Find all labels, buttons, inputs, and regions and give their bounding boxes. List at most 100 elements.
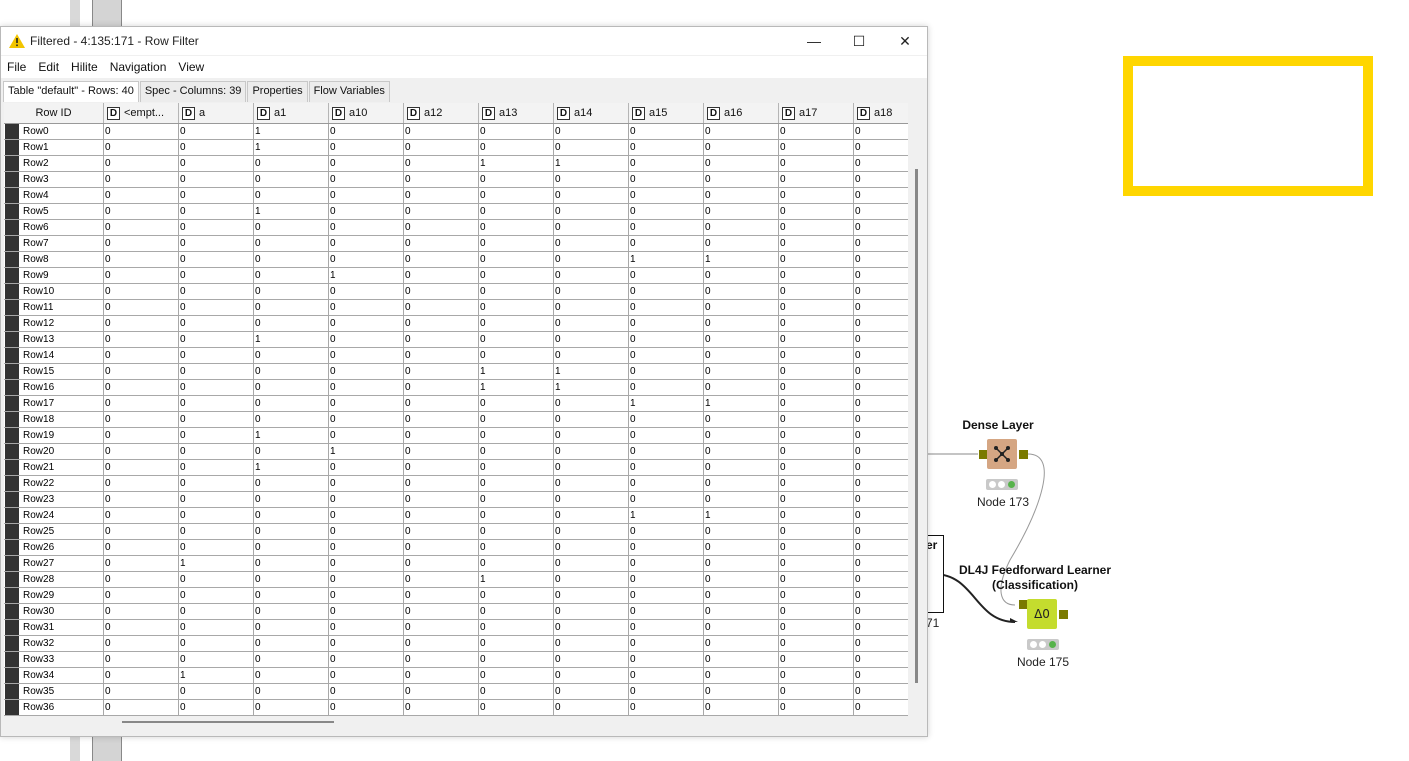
table-cell[interactable]: 0 <box>254 172 329 187</box>
table-cell[interactable]: 0 <box>404 700 479 715</box>
table-cell[interactable]: 0 <box>254 540 329 555</box>
table-cell[interactable]: 0 <box>479 588 554 603</box>
table-cell[interactable]: 0 <box>329 524 404 539</box>
menu-edit[interactable]: Edit <box>32 56 65 78</box>
table-cell[interactable]: 0 <box>554 620 629 635</box>
table-cell[interactable]: 0 <box>854 604 908 619</box>
table-cell[interactable]: 0 <box>629 684 704 699</box>
minimize-button[interactable]: — <box>791 29 837 53</box>
table-cell[interactable]: 0 <box>179 476 254 491</box>
table-cell[interactable]: 0 <box>554 556 629 571</box>
table-row[interactable]: Row35 0 0 0 0 0 0 0 0 0 0 0 <box>4 684 908 700</box>
menu-navigation[interactable]: Navigation <box>104 56 173 78</box>
table-cell[interactable]: 0 <box>554 460 629 475</box>
table-cell[interactable]: 0 <box>479 348 554 363</box>
tab-spec[interactable]: Spec - Columns: 39 <box>139 81 247 102</box>
table-cell[interactable]: 0 <box>254 668 329 683</box>
table-cell[interactable]: 0 <box>254 220 329 235</box>
table-cell[interactable]: 0 <box>479 124 554 139</box>
table-cell[interactable]: 0 <box>104 236 179 251</box>
row-id-cell[interactable]: Row5 <box>4 204 104 219</box>
column-header[interactable]: Da18 <box>854 103 908 123</box>
table-cell[interactable]: 0 <box>404 156 479 171</box>
table-row[interactable]: Row24 0 0 0 0 0 0 0 1 1 0 0 <box>4 508 908 524</box>
table-cell[interactable]: 0 <box>404 380 479 395</box>
table-cell[interactable]: 0 <box>854 684 908 699</box>
table-cell[interactable]: 0 <box>179 252 254 267</box>
table-cell[interactable]: 0 <box>854 444 908 459</box>
table-cell[interactable]: 0 <box>854 540 908 555</box>
table-cell[interactable]: 0 <box>629 140 704 155</box>
table-cell[interactable]: 0 <box>854 204 908 219</box>
table-cell[interactable]: 0 <box>704 652 779 667</box>
table-cell[interactable]: 0 <box>554 508 629 523</box>
table-cell[interactable]: 0 <box>179 588 254 603</box>
table-cell[interactable]: 0 <box>854 572 908 587</box>
table-cell[interactable]: 0 <box>254 348 329 363</box>
row-id-cell[interactable]: Row25 <box>4 524 104 539</box>
table-cell[interactable]: 0 <box>554 492 629 507</box>
table-cell[interactable]: 0 <box>479 236 554 251</box>
table-cell[interactable]: 0 <box>329 476 404 491</box>
table-cell[interactable]: 0 <box>104 604 179 619</box>
table-cell[interactable]: 0 <box>104 636 179 651</box>
table-cell[interactable]: 0 <box>479 444 554 459</box>
row-id-cell[interactable]: Row26 <box>4 540 104 555</box>
table-cell[interactable]: 0 <box>329 620 404 635</box>
table-cell[interactable]: 1 <box>254 460 329 475</box>
table-cell[interactable]: 0 <box>254 588 329 603</box>
table-cell[interactable]: 0 <box>104 684 179 699</box>
table-cell[interactable]: 0 <box>629 204 704 219</box>
table-cell[interactable]: 0 <box>179 444 254 459</box>
table-cell[interactable]: 0 <box>854 476 908 491</box>
row-id-cell[interactable]: Row11 <box>4 300 104 315</box>
maximize-button[interactable]: ☐ <box>836 29 882 53</box>
table-cell[interactable]: 0 <box>479 396 554 411</box>
table-cell[interactable]: 0 <box>779 220 854 235</box>
table-cell[interactable]: 0 <box>254 636 329 651</box>
table-row[interactable]: Row17 0 0 0 0 0 0 0 1 1 0 0 <box>4 396 908 412</box>
table-cell[interactable]: 1 <box>704 508 779 523</box>
table-cell[interactable]: 0 <box>329 204 404 219</box>
table-cell[interactable]: 0 <box>179 364 254 379</box>
table-cell[interactable]: 0 <box>404 444 479 459</box>
table-cell[interactable]: 0 <box>179 572 254 587</box>
table-cell[interactable]: 0 <box>404 172 479 187</box>
table-cell[interactable]: 0 <box>329 140 404 155</box>
table-cell[interactable]: 0 <box>404 396 479 411</box>
table-cell[interactable]: 0 <box>629 220 704 235</box>
table-cell[interactable]: 0 <box>329 172 404 187</box>
table-row[interactable]: Row6 0 0 0 0 0 0 0 0 0 0 0 <box>4 220 908 236</box>
table-cell[interactable]: 0 <box>479 684 554 699</box>
table-cell[interactable]: 0 <box>479 668 554 683</box>
table-cell[interactable]: 0 <box>404 236 479 251</box>
row-id-cell[interactable]: Row35 <box>4 684 104 699</box>
table-cell[interactable]: 1 <box>179 668 254 683</box>
table-cell[interactable]: 0 <box>329 156 404 171</box>
table-cell[interactable]: 0 <box>704 316 779 331</box>
table-cell[interactable]: 0 <box>704 492 779 507</box>
table-cell[interactable]: 0 <box>854 268 908 283</box>
table-row[interactable]: Row19 0 0 1 0 0 0 0 0 0 0 0 <box>4 428 908 444</box>
table-cell[interactable]: 0 <box>854 668 908 683</box>
table-cell[interactable]: 0 <box>704 460 779 475</box>
table-cell[interactable]: 0 <box>779 540 854 555</box>
table-cell[interactable]: 0 <box>329 348 404 363</box>
table-cell[interactable]: 0 <box>329 364 404 379</box>
table-cell[interactable]: 0 <box>104 316 179 331</box>
table-cell[interactable]: 0 <box>329 588 404 603</box>
row-id-cell[interactable]: Row34 <box>4 668 104 683</box>
table-cell[interactable]: 0 <box>254 188 329 203</box>
table-cell[interactable]: 0 <box>479 556 554 571</box>
row-id-cell[interactable]: Row30 <box>4 604 104 619</box>
table-cell[interactable]: 1 <box>254 428 329 443</box>
table-cell[interactable]: 0 <box>554 428 629 443</box>
table-cell[interactable]: 0 <box>554 524 629 539</box>
table-cell[interactable]: 0 <box>854 524 908 539</box>
table-cell[interactable]: 0 <box>329 188 404 203</box>
table-cell[interactable]: 0 <box>104 140 179 155</box>
row-id-cell[interactable]: Row7 <box>4 236 104 251</box>
table-cell[interactable]: 0 <box>479 140 554 155</box>
table-cell[interactable]: 0 <box>629 300 704 315</box>
row-id-cell[interactable]: Row32 <box>4 636 104 651</box>
